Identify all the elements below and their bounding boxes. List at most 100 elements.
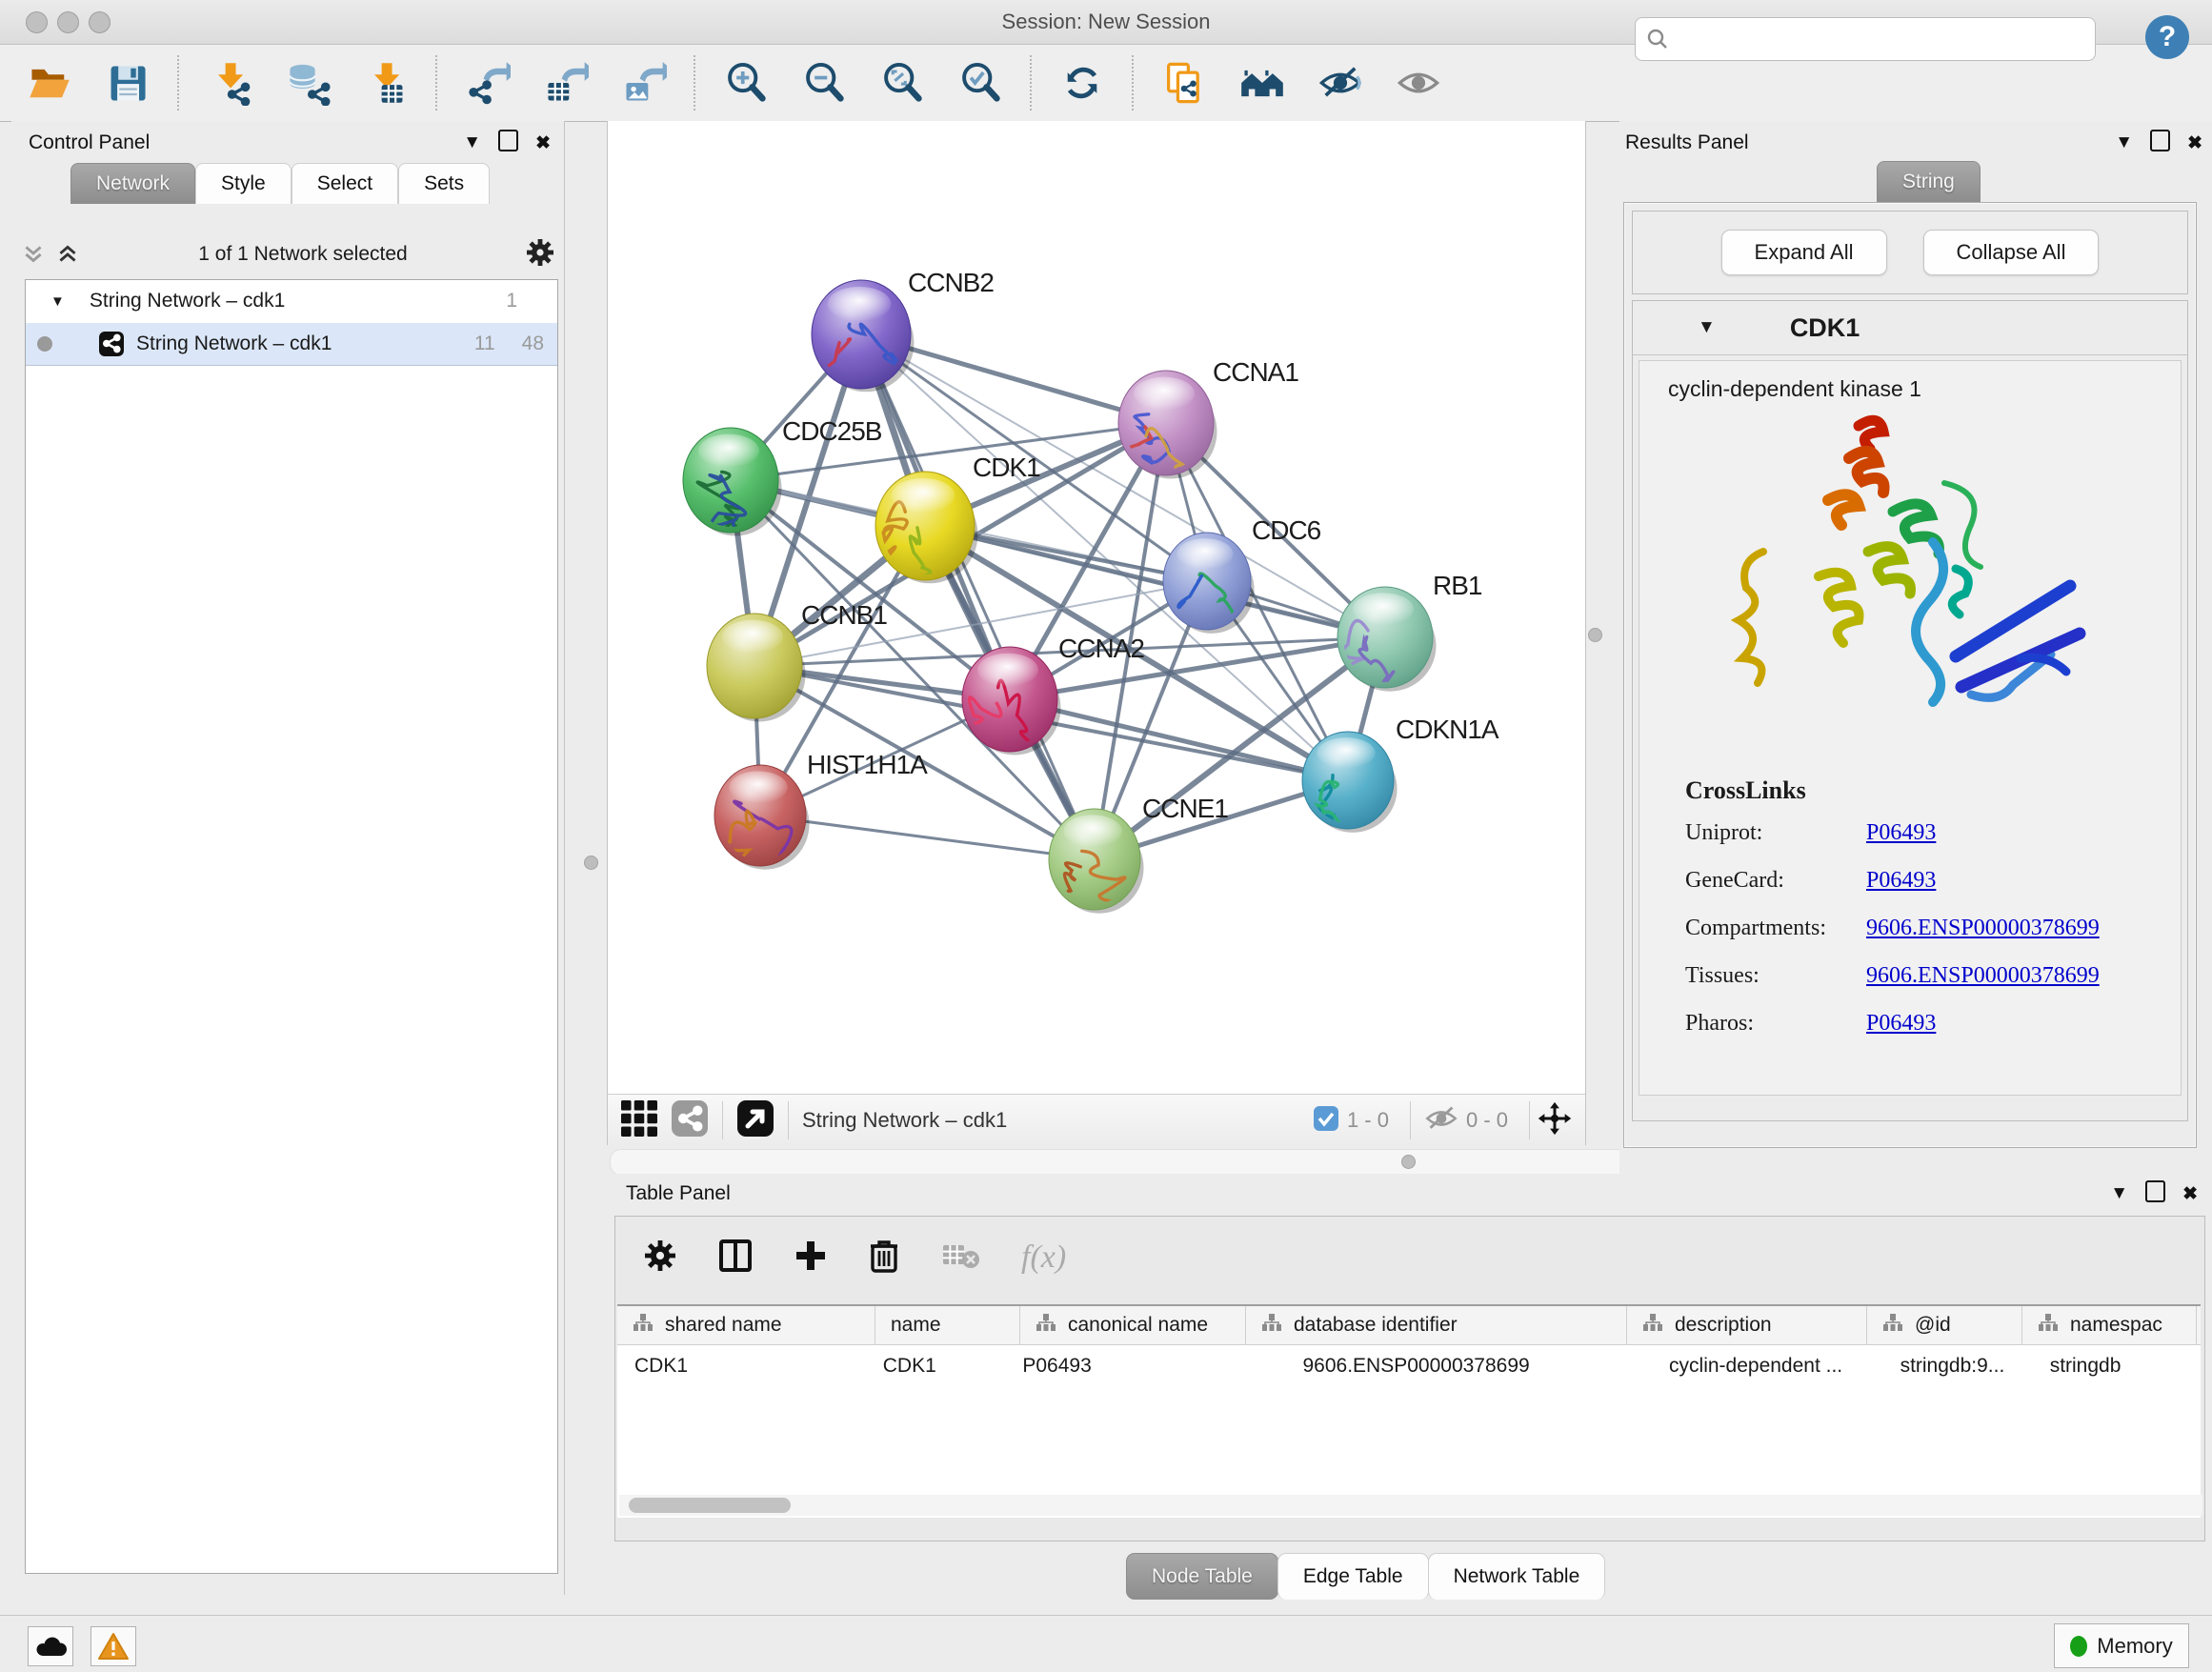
- open-in-new-icon[interactable]: [736, 1099, 774, 1142]
- node-count: 1: [506, 290, 517, 312]
- table-row[interactable]: CDK1CDK1P064939606.ENSP00000378699cyclin…: [617, 1345, 2201, 1387]
- tab-select[interactable]: Select: [292, 163, 398, 204]
- crosslink-label: Tissues:: [1685, 963, 1866, 989]
- refresh-icon[interactable]: [1057, 58, 1107, 108]
- tab-node-table[interactable]: Node Table: [1126, 1553, 1278, 1600]
- panel-collapse-icon[interactable]: ▼: [2110, 1183, 2128, 1204]
- memory-button[interactable]: Memory: [2054, 1623, 2189, 1668]
- pan-mode-icon[interactable]: [1538, 1101, 1572, 1140]
- tab-edge-table[interactable]: Edge Table: [1277, 1553, 1429, 1600]
- open-session-icon[interactable]: [25, 58, 74, 108]
- table-horizontal-scrollbar[interactable]: [619, 1495, 2202, 1516]
- crosslink-link[interactable]: P06493: [1866, 1011, 1936, 1037]
- save-session-icon[interactable]: [103, 58, 152, 108]
- birds-eye-view-icon[interactable]: [621, 1100, 657, 1141]
- expand-all-button[interactable]: Expand All: [1721, 230, 1887, 275]
- import-network-icon[interactable]: [205, 58, 254, 108]
- left-splitter-handle[interactable]: [584, 856, 598, 870]
- panel-float-icon[interactable]: [2150, 130, 2170, 157]
- search-box[interactable]: [1635, 17, 2096, 61]
- tab-string[interactable]: String: [1877, 161, 1981, 202]
- network-options-gear-icon[interactable]: [526, 238, 554, 272]
- cloud-status-button[interactable]: [28, 1626, 73, 1666]
- zoom-out-icon[interactable]: [799, 58, 849, 108]
- show-all-icon[interactable]: [1394, 58, 1443, 108]
- expand-all-tree-icon[interactable]: [21, 242, 46, 267]
- panel-close-icon[interactable]: ✖: [2182, 1183, 2198, 1205]
- export-table-icon[interactable]: [541, 58, 591, 108]
- column-header-canonical-name[interactable]: canonical name: [1020, 1306, 1246, 1344]
- network-canvas[interactable]: CCNB2CCNA1CDC25BCDK1CDC6RB1CCNB1CCNA2CDK…: [608, 121, 1585, 1094]
- column-header-database-identifier[interactable]: database identifier: [1246, 1306, 1627, 1344]
- zoom-selected-icon[interactable]: [955, 58, 1005, 108]
- network-edge[interactable]: [861, 334, 1095, 859]
- network-tree-row[interactable]: ▼String Network – cdk11: [26, 280, 557, 323]
- network-node-hist1h1a[interactable]: [714, 765, 810, 888]
- network-node-rb1[interactable]: [1336, 587, 1437, 704]
- network-node-ccna1[interactable]: [1106, 371, 1217, 502]
- entry-expander-icon[interactable]: ▼: [1698, 317, 1716, 338]
- network-node-ccnb2[interactable]: [769, 280, 930, 408]
- network-edge[interactable]: [760, 816, 1095, 859]
- zoom-fit-icon[interactable]: [877, 58, 927, 108]
- column-type-icon: [633, 1313, 654, 1338]
- import-database-icon[interactable]: [283, 58, 332, 108]
- column-header-label: shared name: [665, 1314, 782, 1337]
- crosslink-link[interactable]: 9606.ENSP00000378699: [1866, 963, 2100, 989]
- network-node-ccnb1[interactable]: [707, 614, 806, 722]
- tree-expander-icon[interactable]: ▼: [50, 293, 65, 310]
- toolbar-group: [438, 58, 694, 108]
- panel-close-icon[interactable]: ✖: [535, 132, 551, 154]
- import-table-icon[interactable]: [361, 58, 411, 108]
- network-copy-icon[interactable]: [1159, 58, 1209, 108]
- column-header-name[interactable]: name: [875, 1306, 1020, 1344]
- search-input[interactable]: [1670, 21, 2095, 57]
- panel-close-icon[interactable]: ✖: [2187, 132, 2202, 154]
- network-node-ccne1[interactable]: [1049, 809, 1144, 927]
- collapse-all-button[interactable]: Collapse All: [1923, 230, 2100, 275]
- export-network-icon[interactable]: [463, 58, 513, 108]
- network-overview-icon[interactable]: [671, 1099, 709, 1142]
- panel-collapse-icon[interactable]: ▼: [2115, 132, 2133, 153]
- horizontal-splitter-handle[interactable]: [1401, 1155, 1416, 1169]
- tab-sets[interactable]: Sets: [398, 163, 490, 204]
- add-column-icon[interactable]: [794, 1239, 827, 1277]
- delete-column-trash-icon[interactable]: [869, 1239, 899, 1278]
- network-node-cdkn1a[interactable]: [1302, 732, 1398, 844]
- tab-network[interactable]: Network: [70, 163, 195, 204]
- crosslink-link[interactable]: 9606.ENSP00000378699: [1866, 916, 2100, 941]
- node-label-ccnb1: CCNB1: [801, 600, 887, 630]
- home-icon[interactable]: [1237, 58, 1287, 108]
- column-header-namespac[interactable]: namespac: [2022, 1306, 2197, 1344]
- hide-selected-icon[interactable]: [1316, 58, 1365, 108]
- network-tree-row[interactable]: String Network – cdk11148: [26, 323, 557, 366]
- help-button[interactable]: ?: [2145, 15, 2189, 59]
- export-image-icon[interactable]: [619, 58, 669, 108]
- crosslink-link[interactable]: P06493: [1866, 868, 1936, 894]
- column-header--id[interactable]: @id: [1867, 1306, 2022, 1344]
- table-cell: CDK1: [866, 1345, 1006, 1387]
- node-gloss: [1177, 538, 1234, 570]
- show-columns-icon[interactable]: [718, 1239, 753, 1278]
- tab-style[interactable]: Style: [195, 163, 292, 204]
- column-header-shared-name[interactable]: shared name: [617, 1306, 875, 1344]
- crosslink-link[interactable]: P06493: [1866, 820, 1936, 846]
- panel-collapse-icon[interactable]: ▼: [463, 132, 481, 153]
- selected-nodes-checkbox[interactable]: [1313, 1105, 1339, 1137]
- right-splitter-handle[interactable]: [1588, 628, 1602, 642]
- zoom-in-icon[interactable]: [721, 58, 771, 108]
- collapse-all-tree-icon[interactable]: [55, 242, 80, 267]
- table-settings-gear-icon[interactable]: [644, 1239, 676, 1277]
- warnings-button[interactable]: [90, 1626, 136, 1666]
- results-panel-title: Results Panel: [1625, 131, 1749, 154]
- column-type-icon: [1882, 1313, 1903, 1338]
- node-table-container: f(x) shared namenamecanonical namedataba…: [614, 1216, 2205, 1541]
- network-node-cdc25b[interactable]: [683, 428, 782, 537]
- node-label-rb1: RB1: [1433, 571, 1482, 600]
- panel-float-icon[interactable]: [2145, 1180, 2165, 1208]
- panel-float-icon[interactable]: [498, 130, 518, 157]
- column-header-description[interactable]: description: [1627, 1306, 1867, 1344]
- scrollbar-thumb[interactable]: [629, 1498, 791, 1513]
- node-gloss: [1353, 593, 1414, 625]
- tab-network-table[interactable]: Network Table: [1428, 1553, 1606, 1600]
